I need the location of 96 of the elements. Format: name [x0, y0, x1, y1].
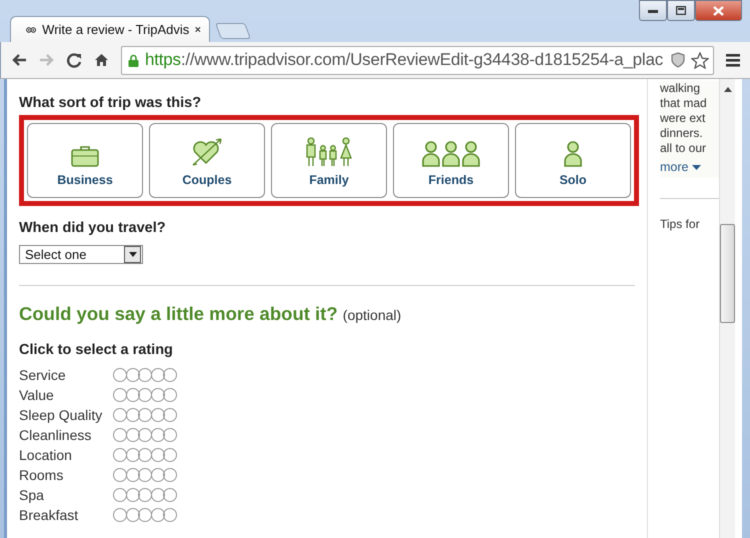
shield-icon[interactable] — [671, 52, 685, 68]
rating-circle[interactable] — [126, 388, 140, 402]
trip-type-button[interactable]: Friends — [393, 123, 509, 198]
rating-circle[interactable] — [126, 368, 140, 382]
rating-circle[interactable] — [138, 368, 152, 382]
close-icon[interactable] — [195, 25, 201, 34]
minimize-button[interactable] — [639, 0, 667, 21]
review-excerpt-line: dinners. — [660, 126, 704, 141]
rating-circle[interactable] — [113, 448, 127, 462]
rating-circle[interactable] — [126, 508, 140, 522]
rating-circle[interactable] — [163, 468, 177, 482]
rating-circle[interactable] — [163, 428, 177, 442]
forward-icon[interactable] — [39, 53, 55, 67]
rating-circle[interactable] — [138, 388, 152, 402]
rating-circle[interactable] — [163, 388, 177, 402]
section-heading: Could you say a little more about it? (optional) — [19, 303, 402, 325]
rating-label: Cleanliness — [19, 426, 92, 445]
family-icon — [305, 137, 353, 167]
rating-circle[interactable] — [150, 468, 164, 482]
tab-title: Write a review - TripAdvis — [42, 22, 190, 37]
url-text: https://www.tripadvisor.com/UserReviewEdit-g34438-d1815254-a_plac — [145, 50, 664, 70]
review-excerpt-line: walking — [660, 81, 702, 96]
rating-circle[interactable] — [138, 508, 152, 522]
rating-circle[interactable] — [150, 388, 164, 402]
trip-type-button[interactable]: Solo — [515, 123, 631, 198]
person-icon — [563, 141, 583, 167]
rating-label: Value — [19, 386, 55, 405]
dropdown-arrow-icon — [128, 252, 136, 257]
browser-tab[interactable]: Write a review - TripAdvis — [10, 16, 210, 42]
rating-circle[interactable] — [150, 368, 164, 382]
close-button[interactable] — [695, 0, 742, 21]
rating-circle[interactable] — [113, 408, 127, 422]
address-bar[interactable]: https://www.tripadvisor.com/UserReviewEdit-g34438-d1815254-a_plac — [121, 46, 714, 74]
rating-circle[interactable] — [138, 448, 152, 462]
rating-circle[interactable] — [150, 408, 164, 422]
trip-type-button[interactable]: Business — [27, 123, 143, 198]
reload-icon[interactable] — [67, 52, 82, 68]
rating-circle[interactable] — [138, 468, 152, 482]
rating-label: Sleep Quality — [19, 406, 104, 425]
review-excerpt-line: were ext — [660, 111, 706, 126]
rating-circle[interactable] — [150, 428, 164, 442]
lock-icon — [128, 54, 139, 66]
owl-logo-icon — [26, 24, 36, 34]
rating-label: Spa — [19, 486, 45, 505]
review-excerpt-line: that mad — [660, 96, 708, 111]
rating-circle[interactable] — [126, 468, 140, 482]
rating-circle[interactable] — [113, 508, 127, 522]
rating-circle[interactable] — [150, 488, 164, 502]
rating-circle[interactable] — [113, 388, 127, 402]
trip-question: What sort of trip was this? — [19, 95, 202, 111]
rating-circle[interactable] — [126, 428, 140, 442]
briefcase-icon — [71, 145, 99, 167]
maximize-icon — [676, 6, 686, 15]
rating-circle[interactable] — [150, 508, 164, 522]
rating-label: Service — [19, 366, 67, 385]
close-icon — [713, 6, 724, 16]
travel-question: When did you travel? — [19, 220, 167, 236]
rating-circle[interactable] — [126, 408, 140, 422]
more-link[interactable]: more — [660, 156, 719, 178]
scroll-up-icon[interactable] — [724, 87, 732, 92]
rating-circle[interactable] — [163, 408, 177, 422]
star-icon[interactable] — [691, 52, 709, 68]
minimize-icon — [648, 8, 658, 12]
trip-type-button[interactable]: Couples — [149, 123, 265, 198]
scrollbar[interactable] — [719, 79, 735, 538]
rating-circle[interactable] — [113, 428, 127, 442]
rating-prompt: Click to select a rating — [19, 342, 174, 358]
maximize-button[interactable] — [667, 0, 695, 21]
rating-circle[interactable] — [138, 428, 152, 442]
scroll-thumb[interactable] — [720, 224, 735, 323]
rating-circle[interactable] — [150, 448, 164, 462]
rating-circle[interactable] — [113, 468, 127, 482]
home-icon[interactable] — [94, 53, 109, 67]
date-dropdown[interactable]: Select one — [19, 245, 143, 264]
trip-type-button[interactable]: Family — [271, 123, 387, 198]
rating-circle[interactable] — [163, 488, 177, 502]
menu-icon[interactable] — [726, 54, 740, 66]
back-icon[interactable] — [11, 53, 27, 67]
rating-circle[interactable] — [163, 368, 177, 382]
rating-circle[interactable] — [126, 488, 140, 502]
rating-circle[interactable] — [138, 488, 152, 502]
caret-icon — [692, 164, 702, 170]
rating-circle[interactable] — [126, 448, 140, 462]
heart-arrow-icon — [191, 137, 223, 167]
rating-circle[interactable] — [138, 408, 152, 422]
rating-circle[interactable] — [163, 508, 177, 522]
rating-label: Breakfast — [19, 506, 80, 525]
rating-circle[interactable] — [113, 488, 127, 502]
rating-circle[interactable] — [163, 448, 177, 462]
review-excerpt-line: all to our — [660, 141, 708, 156]
group-icon — [422, 141, 480, 167]
tips-heading: Tips for — [660, 217, 701, 232]
new-tab-button[interactable] — [215, 23, 251, 39]
rating-label: Location — [19, 446, 73, 465]
rating-label: Rooms — [19, 466, 64, 485]
rating-circle[interactable] — [113, 368, 127, 382]
